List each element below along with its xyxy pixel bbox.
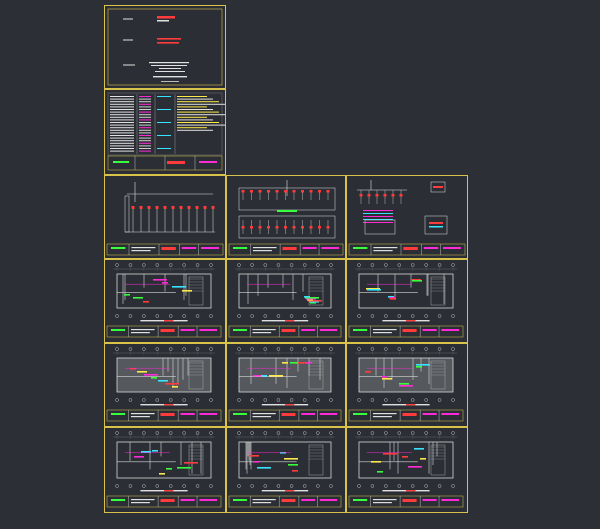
schematic-drawing-3	[348, 180, 466, 256]
notes-sheet-drawing	[107, 92, 225, 171]
cover-sheet-drawing	[107, 8, 223, 86]
floor-plan-sheet-2[interactable]	[226, 259, 346, 343]
floor-plan-drawing	[106, 263, 222, 338]
schematic-drawing-2	[228, 180, 344, 256]
floor-plan-drawing	[348, 431, 464, 508]
floor-plan-sheet-8[interactable]	[226, 427, 346, 513]
floor-plan-sheet-5[interactable]	[226, 343, 346, 427]
cover-sheet[interactable]	[104, 5, 226, 89]
schematic-sheet-2[interactable]	[226, 175, 346, 259]
notes-sheet[interactable]	[104, 89, 226, 175]
floor-plan-drawing	[228, 263, 342, 338]
floor-plan-drawing	[348, 347, 464, 422]
schematic-sheet-1[interactable]	[104, 175, 226, 259]
cad-drawing-viewport[interactable]	[0, 0, 600, 529]
schematic-sheet-3[interactable]	[346, 175, 468, 259]
floor-plan-sheet-6[interactable]	[346, 343, 468, 427]
floor-plan-sheet-7[interactable]	[104, 427, 226, 513]
floor-plan-sheet-9[interactable]	[346, 427, 468, 513]
floor-plan-drawing	[348, 263, 464, 338]
schematic-drawing-1	[106, 182, 224, 256]
floor-plan-sheet-1[interactable]	[104, 259, 226, 343]
floor-plan-drawing	[228, 431, 342, 508]
floor-plan-sheet-4[interactable]	[104, 343, 226, 427]
floor-plan-drawing	[106, 431, 222, 508]
floor-plan-sheet-3[interactable]	[346, 259, 468, 343]
floor-plan-drawing	[106, 347, 222, 422]
floor-plan-drawing	[228, 347, 342, 422]
